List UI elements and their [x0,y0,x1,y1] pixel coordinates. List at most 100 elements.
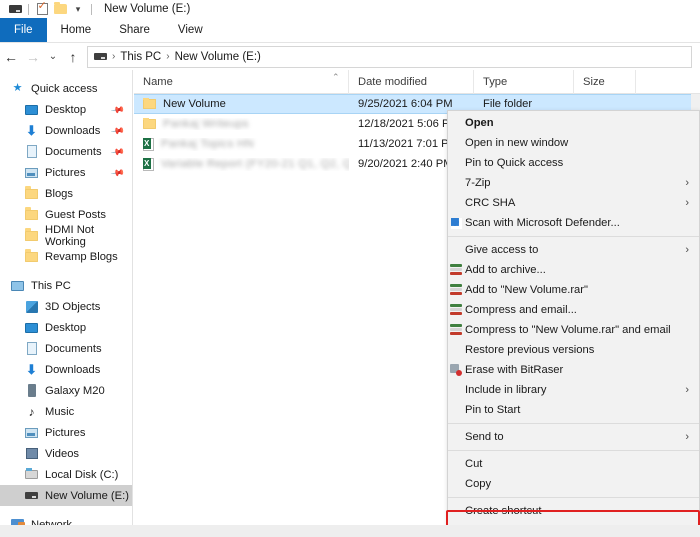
excel-icon [143,137,154,151]
sidebar-label: Videos [45,447,80,460]
context-menu-label: Send to [465,431,504,443]
forward-icon[interactable]: → [22,45,44,69]
sidebar-item-downloads[interactable]: ⬇ Downloads 📌 [0,120,132,141]
context-menu-item-cut[interactable]: Cut [448,454,699,474]
folder-icon [24,207,39,222]
tab-view[interactable]: View [164,18,217,42]
up-icon[interactable]: ↑ [62,45,84,69]
context-menu-label: Copy [465,478,492,490]
file-type-cell: File folder [483,98,533,110]
context-menu-separator [448,450,699,451]
context-menu-item-send-to[interactable]: Send to › [448,427,699,447]
breadcrumb-new-volume[interactable]: New Volume (E:) [175,51,261,63]
bitraser-icon [449,363,463,377]
sidebar-label: Pictures [45,426,86,439]
customize-chevron-down-icon[interactable]: ▾ [69,0,87,18]
sidebar-item-guest-posts[interactable]: Guest Posts [0,204,132,225]
column-header-row: Name Date modified Type Size ⌃ [134,69,700,94]
winrar-icon [449,283,463,297]
context-menu-label: CRC SHA [465,197,516,209]
context-menu-item-add-to-new-volume-rar[interactable]: Add to "New Volume.rar" [448,280,699,300]
new-folder-icon[interactable] [51,0,69,18]
download-icon: ⬇ [26,123,37,138]
pictures-icon [24,425,39,440]
context-menu-label: Open [465,117,494,129]
navigation-pane[interactable]: ★ Quick access Desktop 📌 ⬇ Downloads 📌 D… [0,70,133,525]
sidebar-label: Blogs [45,187,73,200]
toolbar-divider-2 [91,3,92,15]
download-icon: ⬇ [26,362,37,377]
context-menu-item-include-in-library[interactable]: Include in library › [448,380,699,400]
context-menu-item-scan-with-defender[interactable]: Scan with Microsoft Defender... [448,213,699,233]
tab-share[interactable]: Share [105,18,164,42]
sidebar-label: New Volume (E:) [45,489,129,502]
context-menu-item-erase-with-bitraser[interactable]: Erase with BitRaser [448,360,699,380]
sidebar-item-pictures[interactable]: Pictures 📌 [0,162,132,183]
context-menu-item-open-in-new-window[interactable]: Open in new window [448,133,699,153]
sidebar-item-new-volume-e[interactable]: New Volume (E:) [0,485,132,506]
context-menu-item-7-zip[interactable]: 7-Zip › [448,173,699,193]
context-menu-separator [448,423,699,424]
column-header-name[interactable]: Name [134,69,349,94]
sidebar-item-documents[interactable]: Documents 📌 [0,141,132,162]
context-menu[interactable]: Open Open in new window Pin to Quick acc… [447,110,700,537]
context-menu-item-copy[interactable]: Copy [448,474,699,494]
drive-icon [24,488,39,503]
sidebar-label: Pictures [45,166,86,179]
document-icon [24,341,39,356]
address-bar[interactable]: › This PC › New Volume (E:) [87,45,692,68]
pin-icon: 📌 [110,165,126,181]
sidebar-group-this-pc[interactable]: This PC [0,275,132,296]
context-menu-item-compress-and-email[interactable]: Compress and email... [448,300,699,320]
recent-locations-chevron-down-icon[interactable]: ⌄ [44,45,62,69]
sidebar-item-videos[interactable]: Videos [0,443,132,464]
column-header-size[interactable]: Size [574,69,636,94]
sidebar-item-downloads-pc[interactable]: ⬇ Downloads [0,359,132,380]
winrar-icon [449,263,463,277]
sidebar-item-revamp-blogs[interactable]: Revamp Blogs [0,246,132,267]
tab-home[interactable]: Home [47,18,106,42]
context-menu-item-add-to-archive[interactable]: Add to archive... [448,260,699,280]
sidebar-label: Desktop [45,321,87,334]
sidebar-item-blogs[interactable]: Blogs [0,183,132,204]
sidebar-item-pictures-pc[interactable]: Pictures [0,422,132,443]
properties-icon[interactable] [33,0,51,18]
sidebar-item-music[interactable]: ♪ Music [0,401,132,422]
sidebar-group-quick-access[interactable]: ★ Quick access [0,78,132,99]
sidebar-item-hdmi-not-working[interactable]: HDMI Not Working [0,224,132,248]
sidebar-group-network[interactable]: Network [0,514,132,525]
file-explorer-window: ▾ New Volume (E:) File Home Share View ←… [0,0,700,537]
drive-icon[interactable] [6,0,24,18]
chevron-right-icon: › [685,430,689,443]
file-name-label: New Volume [163,98,226,110]
context-menu-label: Compress to "New Volume.rar" and email [465,324,671,336]
sidebar-label: Documents [45,342,102,355]
status-bar [0,525,700,537]
sidebar-item-3d-objects[interactable]: 3D Objects [0,296,132,317]
winrar-icon [449,303,463,317]
context-menu-item-create-shortcut[interactable]: Create shortcut [448,501,699,521]
context-menu-separator [448,236,699,237]
breadcrumb-this-pc[interactable]: This PC [120,51,161,63]
window-title: New Volume (E:) [104,3,191,15]
back-icon[interactable]: ← [0,45,22,69]
sidebar-item-desktop-pc[interactable]: Desktop [0,317,132,338]
column-header-date-modified[interactable]: Date modified [349,69,474,94]
sidebar-item-documents-pc[interactable]: Documents [0,338,132,359]
sidebar-item-desktop[interactable]: Desktop 📌 [0,99,132,120]
file-name-label: Variable Report (FY20-21 Q1, Q2, Q3, Q4) [161,158,349,170]
file-name-cell: New Volume [134,98,349,110]
column-header-type[interactable]: Type [474,69,574,94]
context-menu-label: Open in new window [465,137,569,149]
context-menu-item-pin-to-quick-access[interactable]: Pin to Quick access [448,153,699,173]
context-menu-item-give-access-to[interactable]: Give access to › [448,240,699,260]
context-menu-item-open[interactable]: Open [448,113,699,133]
context-menu-item-pin-to-start[interactable]: Pin to Start [448,400,699,420]
sidebar-item-galaxy-m20[interactable]: Galaxy M20 [0,380,132,401]
context-menu-item-crc-sha[interactable]: CRC SHA › [448,193,699,213]
context-menu-label: 7-Zip [465,177,491,189]
context-menu-item-compress-to-rar-and-email[interactable]: Compress to "New Volume.rar" and email [448,320,699,340]
context-menu-item-restore-previous-versions[interactable]: Restore previous versions [448,340,699,360]
sidebar-item-local-disk-c[interactable]: Local Disk (C:) [0,464,132,485]
tab-file[interactable]: File [0,18,47,42]
